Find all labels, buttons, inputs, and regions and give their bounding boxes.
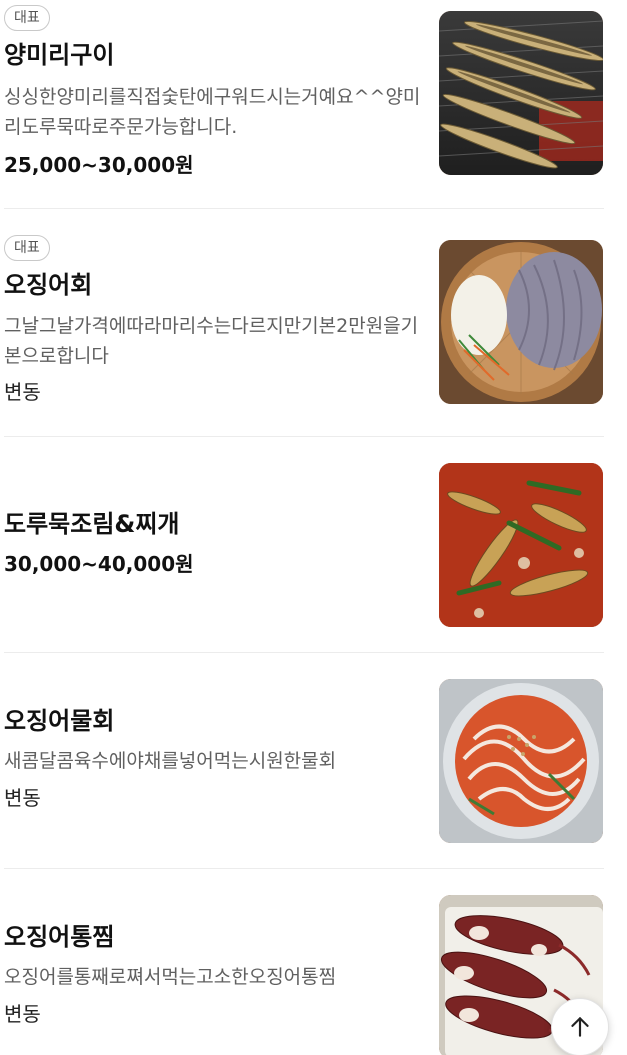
menu-item-name: 도루묵조림&찌개 (4, 510, 180, 538)
menu-item-name: 오징어통찜 (4, 923, 115, 951)
menu-item[interactable]: 오징어물회 새콤달콤육수에야채를넣어먹는시원한물회 변동 (0, 653, 627, 868)
braised-sailfin-sandfish-photo[interactable] (439, 463, 603, 627)
menu-item-name: 오징어물회 (4, 707, 115, 735)
grilled-sandfish-photo[interactable] (439, 11, 603, 175)
scroll-to-top-button[interactable] (551, 998, 609, 1055)
cold-raw-squid-soup-photo[interactable] (439, 679, 603, 843)
arrow-up-icon (567, 1014, 593, 1040)
menu-item-price: 변동 (4, 380, 41, 404)
menu-list: 대표 양미리구이 싱싱한양미리를직접숯탄에구워드시는거예요^^양미리도루묵따로주… (0, 0, 627, 1055)
signature-badge: 대표 (4, 5, 50, 31)
menu-item-description: 싱싱한양미리를직접숯탄에구워드시는거예요^^양미리도루묵따로주문가능합니다. (4, 86, 421, 138)
menu-item-name: 오징어회 (4, 271, 93, 299)
menu-item[interactable]: 대표 오징어회 그날그날가격에따라마리수는다르지만기본2만원을기본으로합니다 변… (0, 209, 627, 436)
menu-item[interactable]: 도루묵조림&찌개 30,000~40,000원 (0, 437, 627, 652)
menu-item-description: 새콤달콤육수에야채를넣어먹는시원한물회 (4, 750, 337, 772)
squid-sashimi-photo[interactable] (439, 240, 603, 404)
menu-item[interactable]: 대표 양미리구이 싱싱한양미리를직접숯탄에구워드시는거예요^^양미리도루묵따로주… (0, 0, 627, 208)
signature-badge: 대표 (4, 235, 50, 261)
menu-item-description: 그날그날가격에따라마리수는다르지만기본2만원을기본으로합니다 (4, 315, 419, 367)
menu-item-price: 25,000~30,000원 (4, 153, 194, 177)
menu-item-description: 오징어를통째로쪄서먹는고소한오징어통찜 (4, 966, 337, 988)
menu-item-price: 변동 (4, 1002, 41, 1026)
menu-item-price: 변동 (4, 786, 41, 810)
menu-item[interactable]: 오징어통찜 오징어를통째로쪄서먹는고소한오징어통찜 변동 (0, 869, 627, 1055)
menu-item-price: 30,000~40,000원 (4, 552, 194, 576)
menu-item-name: 양미리구이 (4, 41, 115, 69)
